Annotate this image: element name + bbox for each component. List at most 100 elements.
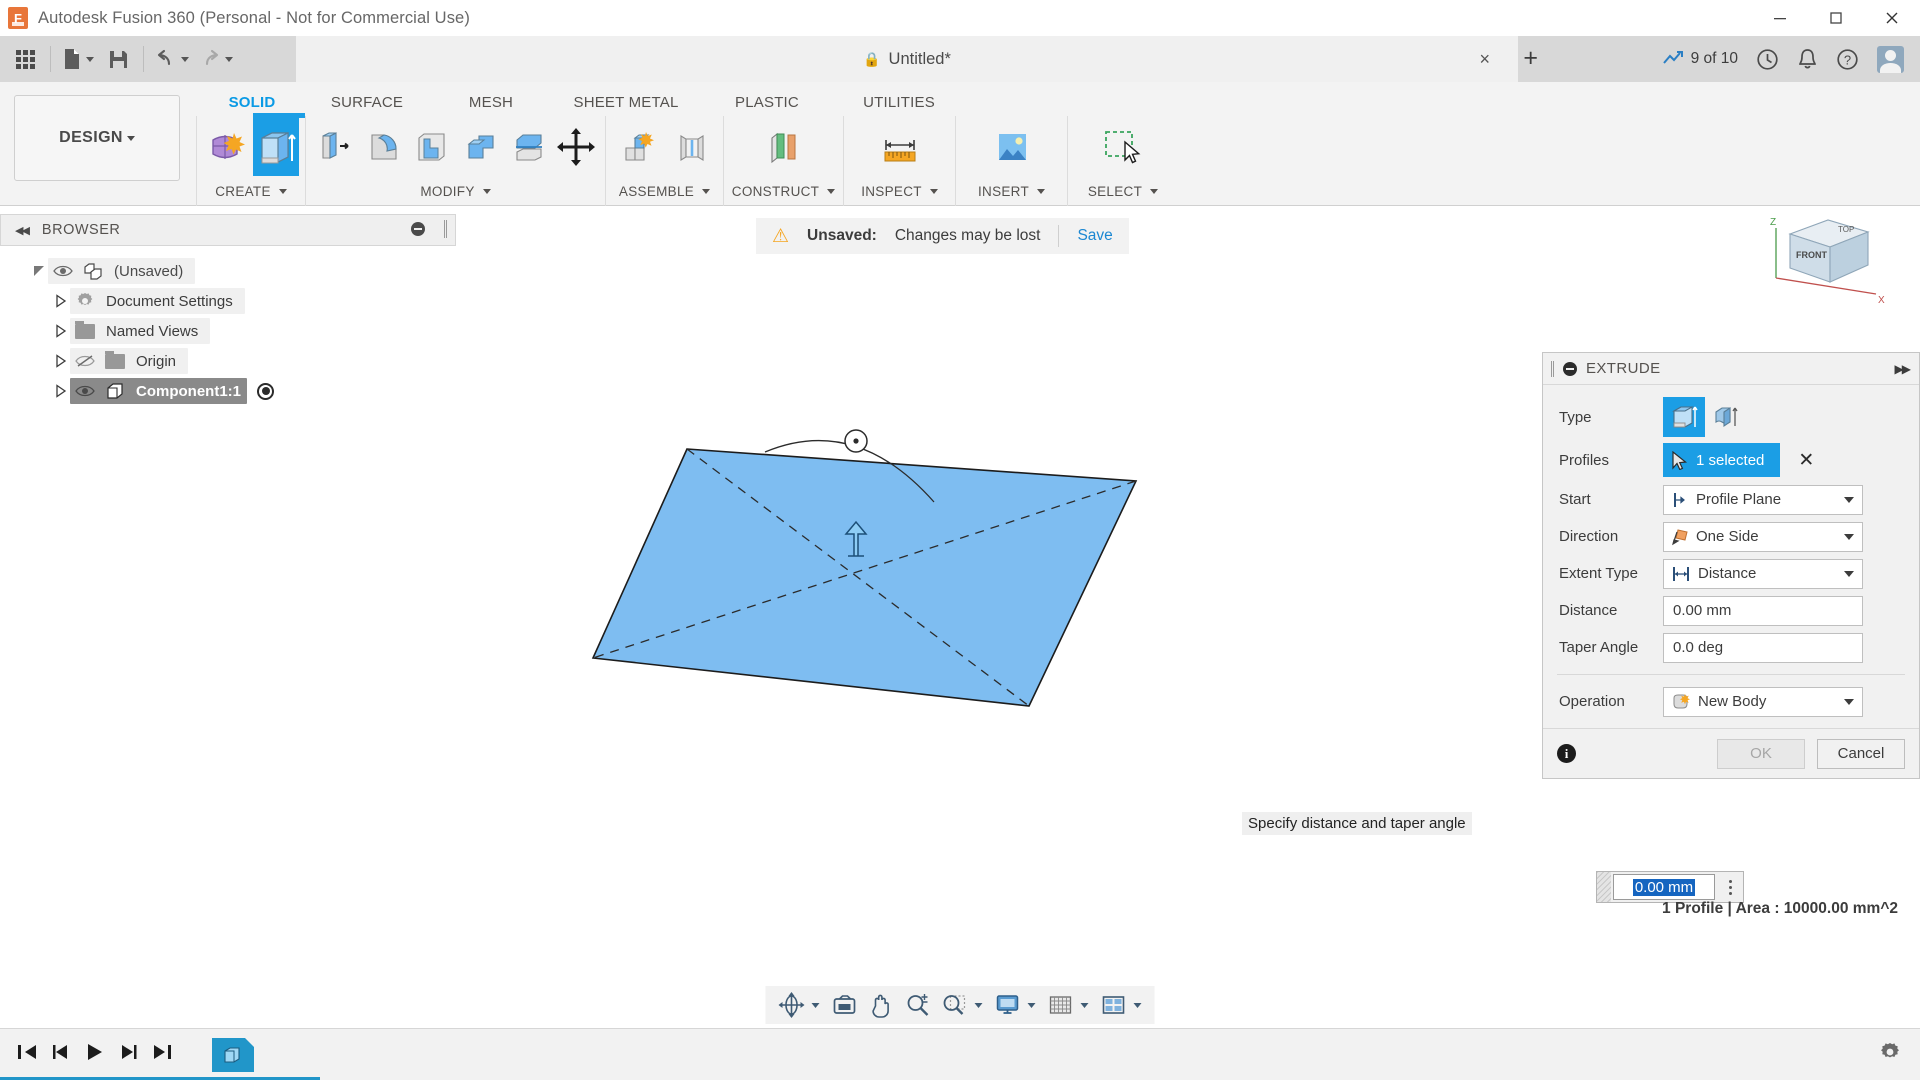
timeline-settings-icon[interactable]	[1878, 1040, 1902, 1069]
tree-item-origin[interactable]: Origin	[0, 346, 456, 376]
help-icon[interactable]: ?	[1827, 36, 1868, 82]
inspect-measure-icon[interactable]	[874, 118, 926, 176]
chevron-down-icon[interactable]	[1028, 1003, 1036, 1008]
assemble-joint-icon[interactable]	[666, 118, 717, 176]
tab-surface[interactable]: SURFACE	[304, 88, 430, 115]
start-dropdown[interactable]: Profile Plane	[1663, 485, 1863, 515]
modify-combine-icon[interactable]	[457, 118, 502, 176]
chevron-down-icon[interactable]	[1134, 1003, 1142, 1008]
jobs-status[interactable]: 9 of 10	[1654, 36, 1747, 82]
panel-construct-label[interactable]: CONSTRUCT	[730, 178, 837, 204]
select-window-icon[interactable]	[1097, 118, 1149, 176]
chevron-down-icon[interactable]	[483, 189, 491, 194]
panel-select-label[interactable]: SELECT	[1074, 178, 1172, 204]
operation-dropdown[interactable]: New Body	[1663, 687, 1863, 717]
create-extrude-icon[interactable]	[253, 118, 300, 176]
expander-expanded-icon[interactable]	[30, 262, 48, 280]
type-tapered-extrude-icon[interactable]	[1705, 397, 1747, 437]
viewports-icon[interactable]	[1096, 988, 1147, 1022]
input-drag-handle[interactable]	[1597, 872, 1611, 902]
visibility-eye-icon[interactable]	[70, 384, 100, 398]
orbit-icon[interactable]	[774, 988, 825, 1022]
tab-mesh[interactable]: MESH	[430, 88, 552, 115]
close-icon[interactable]	[1864, 0, 1920, 36]
cancel-button[interactable]: Cancel	[1817, 739, 1905, 769]
modify-split-body-icon[interactable]	[505, 118, 550, 176]
close-tab-icon[interactable]: ×	[1479, 49, 1490, 70]
modify-move-copy-icon[interactable]	[554, 118, 599, 176]
chevron-down-icon[interactable]	[181, 57, 189, 62]
extrude-dialog-header[interactable]: EXTRUDE ▶▶	[1543, 353, 1919, 385]
pan-icon[interactable]	[865, 988, 899, 1022]
distance-input-widget[interactable]: 0.00 mm	[1596, 871, 1744, 903]
distance-input-field[interactable]: 0.00 mm	[1613, 874, 1715, 900]
taper-angle-field[interactable]: 0.0 deg	[1663, 633, 1863, 663]
ok-button[interactable]: OK	[1717, 739, 1805, 769]
maximize-icon[interactable]	[1808, 0, 1864, 36]
zoom-icon[interactable]	[901, 988, 935, 1022]
dock-dialog-icon[interactable]: ▶▶	[1895, 362, 1909, 376]
minimize-icon[interactable]	[1752, 0, 1808, 36]
collapse-dialog-icon[interactable]	[1563, 362, 1577, 376]
panel-grip[interactable]	[444, 220, 447, 238]
minimize-browser-icon[interactable]	[411, 222, 425, 236]
chevron-down-icon[interactable]	[1844, 699, 1854, 705]
zoom-window-icon[interactable]	[937, 988, 988, 1022]
expander-collapsed-icon[interactable]	[52, 352, 70, 370]
visibility-eye-icon[interactable]	[48, 264, 78, 278]
expander-collapsed-icon[interactable]	[52, 322, 70, 340]
chevron-down-icon[interactable]	[827, 189, 835, 194]
redo-icon[interactable]	[194, 39, 238, 79]
job-history-icon[interactable]	[1747, 36, 1788, 82]
chevron-down-icon[interactable]	[86, 57, 94, 62]
go-to-beginning-icon[interactable]	[16, 1042, 38, 1067]
chevron-down-icon[interactable]	[1844, 534, 1854, 540]
tree-item-unsaved[interactable]: (Unsaved)	[0, 256, 456, 286]
step-forward-icon[interactable]	[118, 1042, 140, 1067]
chevron-down-icon[interactable]	[1844, 571, 1854, 577]
document-tab[interactable]: 🔒 Untitled* × +	[296, 36, 1518, 82]
visibility-hidden-icon[interactable]	[70, 354, 100, 368]
input-options-icon[interactable]	[1717, 880, 1743, 895]
chevron-down-icon[interactable]	[1081, 1003, 1089, 1008]
go-to-end-icon[interactable]	[152, 1042, 174, 1067]
modify-fillet-icon[interactable]	[360, 118, 405, 176]
avatar[interactable]	[1868, 36, 1920, 82]
timeline-feature-marker[interactable]	[212, 1038, 254, 1072]
expander-collapsed-icon[interactable]	[52, 292, 70, 310]
panel-insert-label[interactable]: INSERT	[962, 178, 1061, 204]
collapse-panel-icon[interactable]: ◀◀	[15, 224, 28, 237]
new-document-icon[interactable]	[57, 39, 99, 79]
assemble-new-component-icon[interactable]	[612, 118, 663, 176]
dialog-grip[interactable]	[1551, 361, 1554, 377]
panel-inspect-label[interactable]: INSPECT	[850, 178, 949, 204]
distance-field[interactable]: 0.00 mm	[1663, 596, 1863, 626]
tab-utilities[interactable]: UTILITIES	[834, 88, 964, 115]
display-settings-icon[interactable]	[990, 988, 1041, 1022]
chevron-down-icon[interactable]	[127, 136, 135, 141]
chevron-down-icon[interactable]	[1150, 189, 1158, 194]
notifications-icon[interactable]	[1788, 36, 1827, 82]
workspace-selector[interactable]: DESIGN	[14, 95, 180, 181]
chevron-down-icon[interactable]	[975, 1003, 983, 1008]
step-back-icon[interactable]	[50, 1042, 72, 1067]
clear-selection-icon[interactable]: ✕	[1798, 449, 1814, 472]
extent-type-dropdown[interactable]: Distance	[1663, 559, 1863, 589]
chevron-down-icon[interactable]	[225, 57, 233, 62]
tab-solid[interactable]: SOLID	[200, 88, 304, 115]
play-icon[interactable]	[84, 1042, 106, 1067]
undo-icon[interactable]	[150, 39, 194, 79]
type-solid-extrude-icon[interactable]	[1663, 397, 1705, 437]
chevron-down-icon[interactable]	[1844, 497, 1854, 503]
direction-dropdown[interactable]: One Side	[1663, 522, 1863, 552]
panel-modify-label[interactable]: MODIFY	[312, 178, 599, 204]
app-grid-icon[interactable]	[6, 39, 44, 79]
tree-item-named-views[interactable]: Named Views	[0, 316, 456, 346]
info-icon[interactable]: i	[1557, 744, 1576, 763]
tab-sheet-metal[interactable]: SHEET METAL	[552, 88, 700, 115]
modify-shell-icon[interactable]	[409, 118, 454, 176]
look-at-icon[interactable]	[827, 988, 863, 1022]
chevron-down-icon[interactable]	[812, 1003, 820, 1008]
chevron-down-icon[interactable]	[702, 189, 710, 194]
insert-decal-icon[interactable]	[986, 118, 1038, 176]
